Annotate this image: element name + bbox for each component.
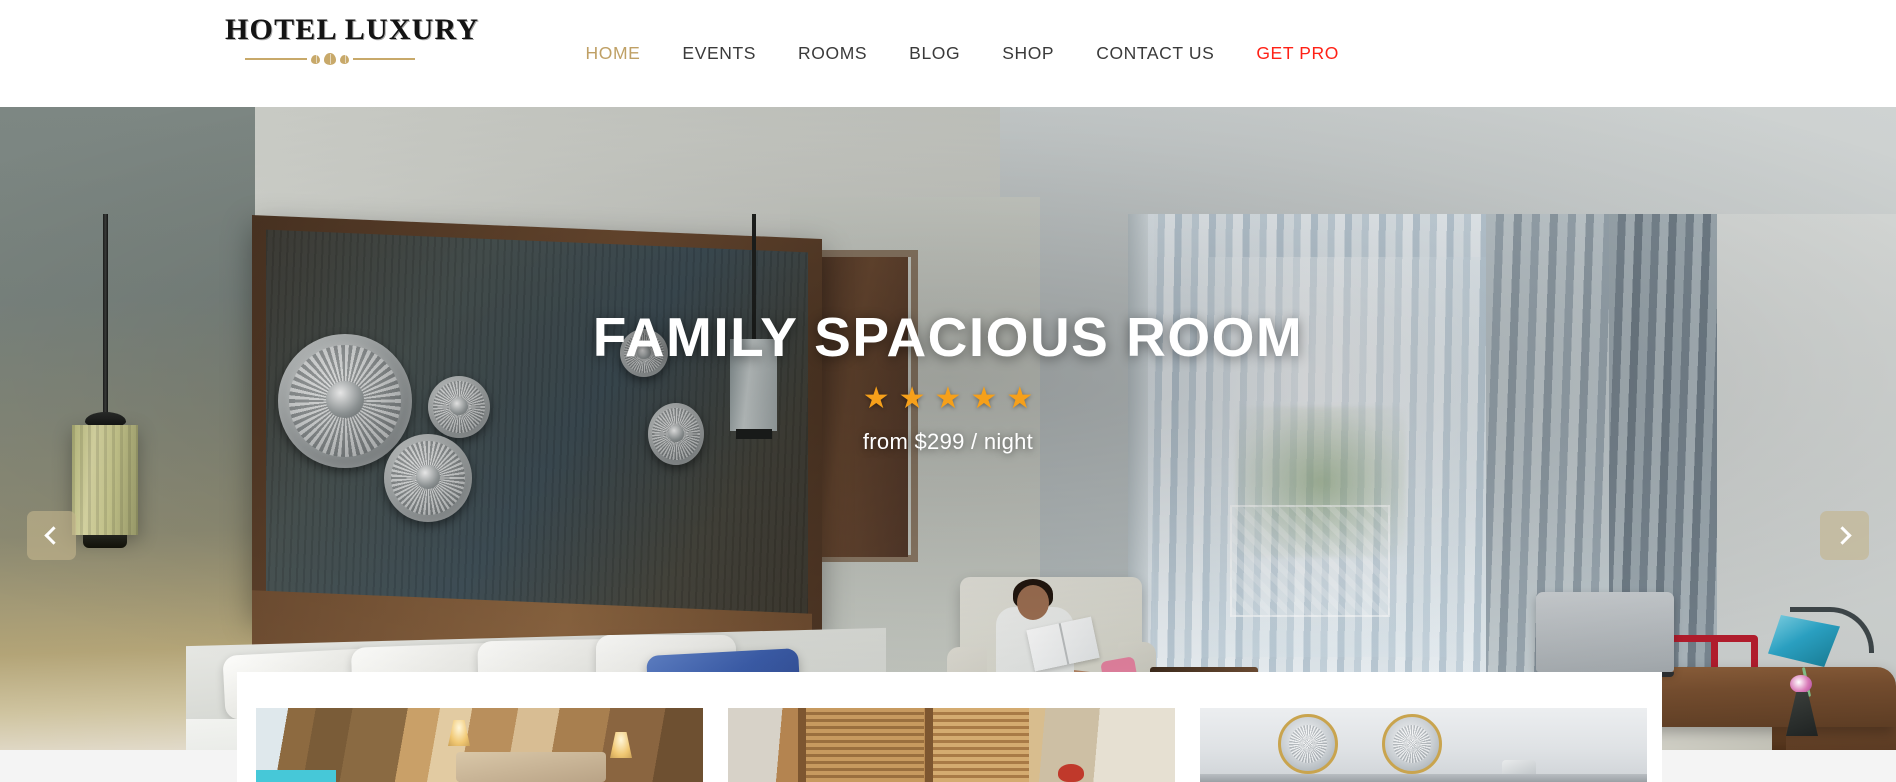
- hero-price: from $299 / night: [862, 429, 1034, 454]
- thumb-2-red-accent: [1058, 764, 1084, 782]
- ornament-line-right: [353, 58, 415, 60]
- thumb-1-blue-accent: [256, 770, 336, 782]
- star-icon-4: ★: [970, 382, 998, 415]
- nav-item-events[interactable]: EVENTS: [661, 0, 777, 107]
- star-icon-2: ★: [898, 382, 926, 415]
- thumb-3-ledge: [1200, 774, 1647, 782]
- main-navigation: HOME EVENTS ROOMS BLOG SHOP CONTACT US G…: [565, 0, 1360, 107]
- chevron-left-icon: [44, 526, 63, 545]
- nav-item-shop[interactable]: SHOP: [981, 0, 1075, 107]
- room-thumbnails-panel: [237, 672, 1662, 782]
- thumb-2-shutter-1: [806, 708, 924, 782]
- diamond-icon-3: [340, 54, 349, 64]
- hero-star-rating: ★ ★ ★ ★ ★: [863, 384, 1034, 414]
- diamond-divider-icon: [230, 52, 430, 66]
- ornament-line-left: [245, 58, 307, 60]
- nav-item-home[interactable]: HOME: [565, 0, 662, 107]
- room-thumbnail-1[interactable]: [256, 708, 703, 782]
- carousel-prev-button[interactable]: [27, 511, 76, 560]
- nav-item-blog[interactable]: BLOG: [888, 0, 981, 107]
- nav-item-contact-us[interactable]: CONTACT US: [1075, 0, 1235, 107]
- room-thumbnail-3[interactable]: [1200, 708, 1647, 782]
- star-icon-1: ★: [862, 382, 890, 415]
- site-header: HOTEL LUXURY HOME EVENTS ROOMS BLOG SHOP…: [0, 0, 1896, 107]
- thumb-2-shutter-2: [933, 708, 1029, 782]
- thumb-3-wall-art-2: [1382, 714, 1442, 774]
- hero-title: FAMILY SPACIOUS ROOM: [592, 306, 1304, 368]
- room-thumbnail-2[interactable]: [728, 708, 1175, 782]
- diamond-icon-1: [311, 54, 320, 64]
- thumb-3-wall-art-1: [1278, 714, 1338, 774]
- chevron-right-icon: [1833, 526, 1852, 545]
- diamond-icon-2: [324, 53, 336, 65]
- carousel-next-button[interactable]: [1820, 511, 1869, 560]
- nav-item-rooms[interactable]: ROOMS: [777, 0, 888, 107]
- logo-text: HOTEL LUXURY: [225, 13, 480, 46]
- nav-item-get-pro[interactable]: GET PRO: [1235, 0, 1360, 107]
- thumb-1-headboard: [456, 752, 606, 782]
- room-thumbnails-row: [256, 708, 1647, 782]
- star-icon-5: ★: [1006, 382, 1034, 415]
- hero-carousel[interactable]: FAMILY SPACIOUS ROOM ★ ★ ★ ★ ★ from $299…: [0, 107, 1896, 750]
- hero-caption: FAMILY SPACIOUS ROOM ★ ★ ★ ★ ★ from $299…: [0, 107, 1896, 750]
- site-logo[interactable]: HOTEL LUXURY: [225, 10, 480, 72]
- star-icon-3: ★: [934, 382, 962, 415]
